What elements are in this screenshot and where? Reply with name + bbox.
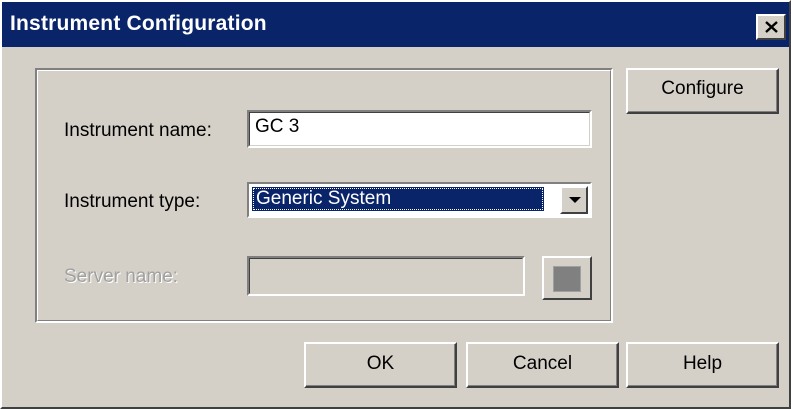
window-title: Instrument Configuration bbox=[10, 12, 267, 35]
instrument-type-label: Instrument type: bbox=[64, 191, 201, 212]
cancel-button[interactable]: Cancel bbox=[466, 342, 619, 388]
close-icon bbox=[765, 21, 778, 33]
dropdown-arrow-button[interactable] bbox=[560, 186, 588, 214]
instrument-name-label: Instrument name: bbox=[64, 120, 212, 141]
browse-square-icon bbox=[553, 266, 581, 292]
instrument-name-value: GC 3 bbox=[255, 116, 300, 137]
ok-button[interactable]: OK bbox=[304, 342, 457, 388]
configure-button-label: Configure bbox=[661, 78, 744, 99]
instrument-configuration-dialog: Instrument Configuration Instrument name… bbox=[0, 0, 791, 409]
server-name-field[interactable] bbox=[247, 256, 525, 296]
server-browse-button[interactable] bbox=[542, 256, 592, 300]
instrument-type-dropdown[interactable]: Generic System bbox=[247, 182, 592, 218]
server-name-label: Server name: bbox=[64, 266, 179, 287]
field-bevel bbox=[249, 112, 590, 146]
help-button-label: Help bbox=[682, 353, 723, 374]
help-button[interactable]: Help bbox=[626, 342, 779, 388]
field-bevel bbox=[249, 258, 523, 294]
instrument-type-selected: Generic System bbox=[252, 187, 544, 211]
ok-button-label: OK bbox=[366, 353, 395, 374]
close-button[interactable] bbox=[756, 14, 786, 40]
cancel-button-label: Cancel bbox=[512, 353, 573, 374]
configure-button[interactable]: Configure bbox=[626, 68, 779, 114]
chevron-down-icon bbox=[569, 197, 581, 203]
instrument-name-field[interactable]: GC 3 bbox=[247, 110, 592, 148]
title-bar[interactable]: Instrument Configuration bbox=[2, 2, 789, 47]
